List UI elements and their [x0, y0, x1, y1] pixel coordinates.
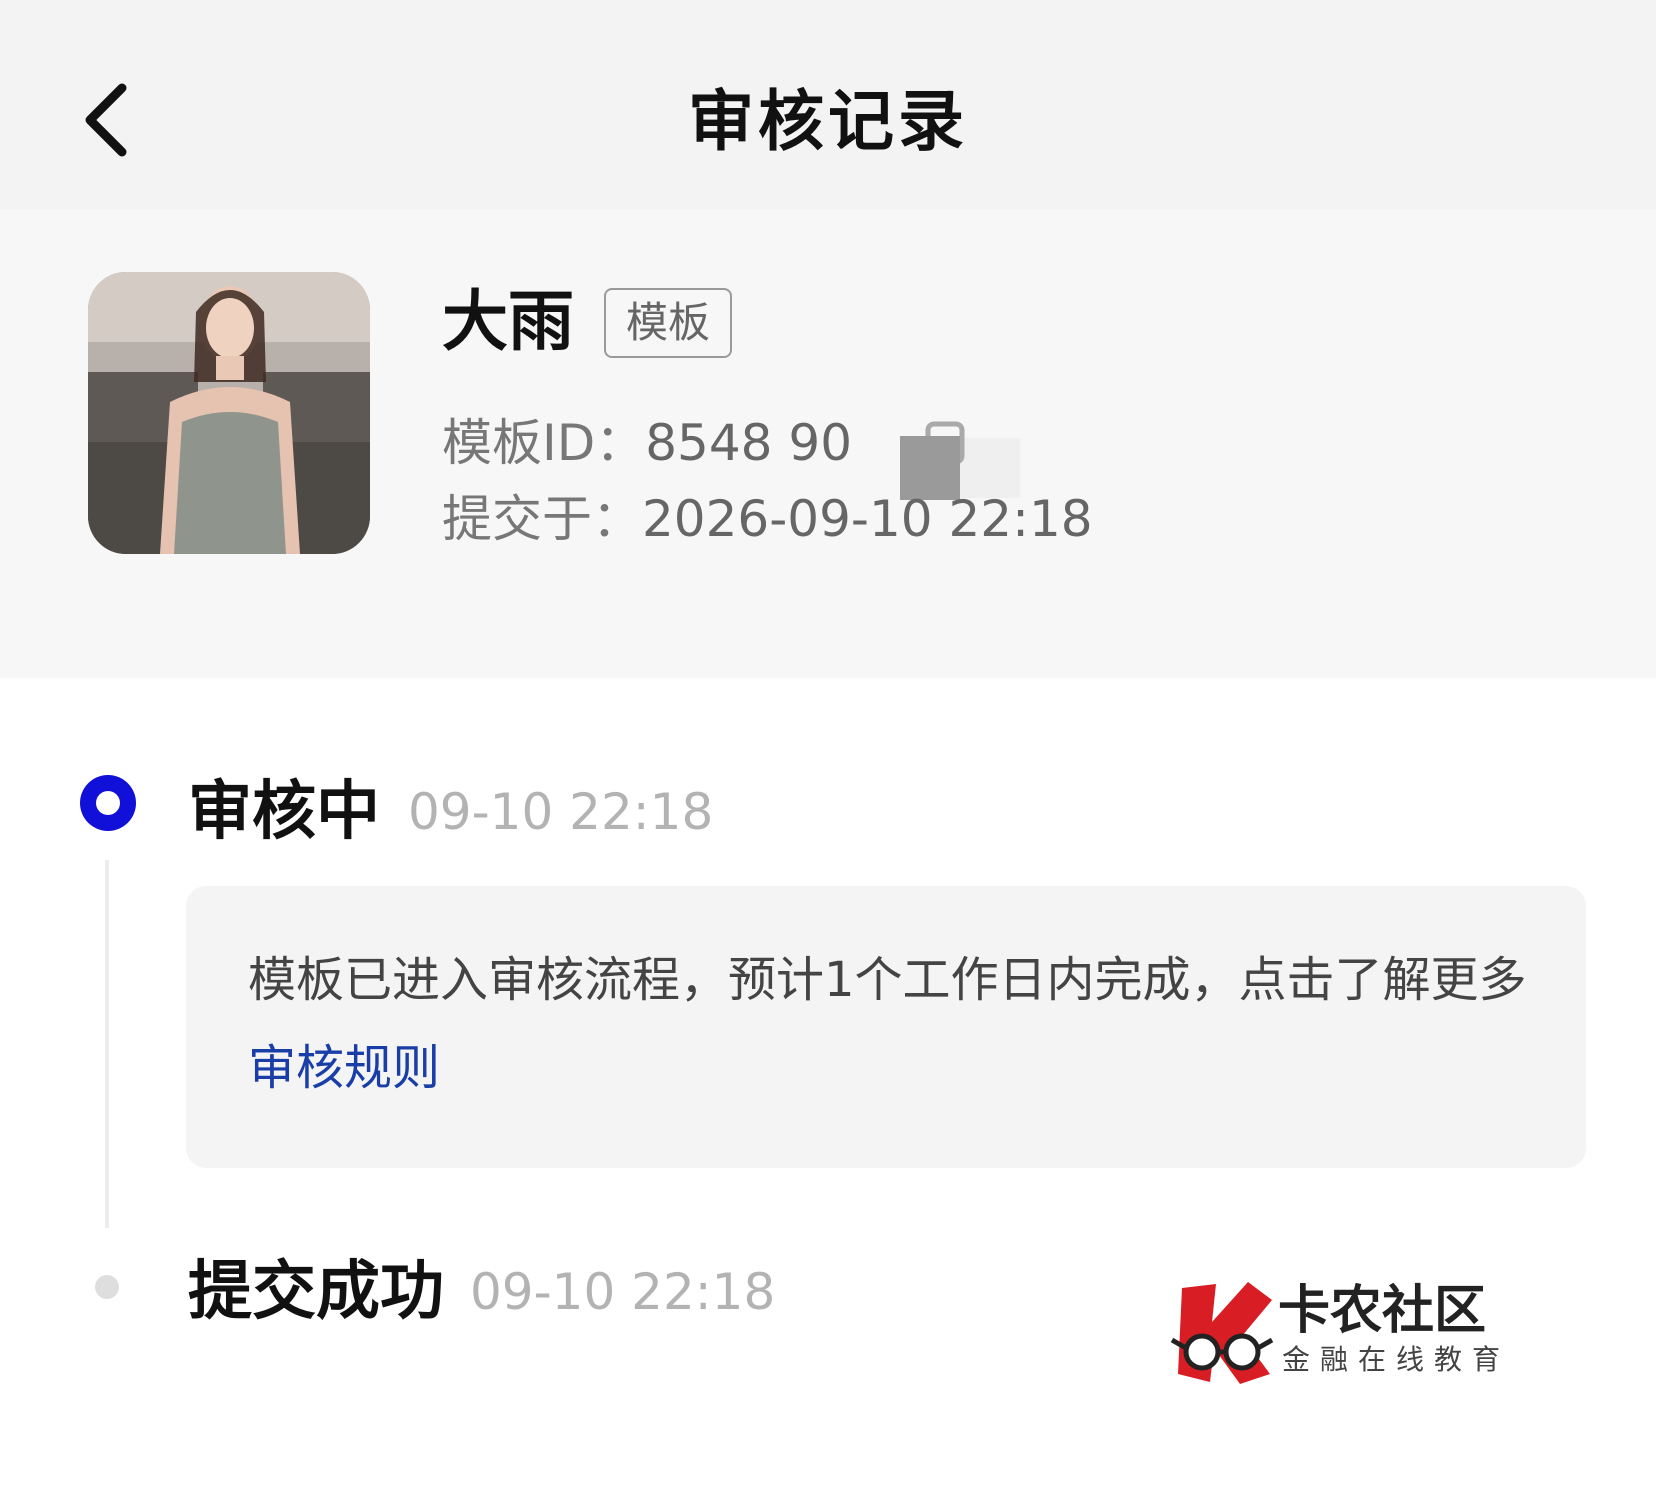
template-name: 大雨: [442, 283, 574, 360]
watermark: 卡农社区 金融在线教育: [1168, 1278, 1528, 1388]
template-id-label: 模板ID：: [442, 414, 646, 472]
watermark-title: 卡农社区: [1278, 1281, 1487, 1341]
page-title: 审核记录: [688, 83, 968, 160]
timeline-time-reviewing: 09-10 22:18: [408, 783, 714, 841]
submitted-label: 提交于：: [442, 490, 642, 548]
timeline-dot-active: [80, 775, 136, 831]
review-note-text: 模板已进入审核流程，预计1个工作日内完成，点击了解更多: [248, 952, 1527, 1008]
submitted-row: 提交于：2026-09-10 22:18: [442, 486, 1093, 552]
review-note-box: 模板已进入审核流程，预计1个工作日内完成，点击了解更多审核规则: [186, 886, 1586, 1168]
timeline-time-submitted: 09-10 22:18: [470, 1263, 776, 1321]
review-rules-link[interactable]: 审核规则: [248, 1040, 440, 1096]
submitted-value: 2026-09-10 22:18: [642, 490, 1093, 548]
timeline-status-reviewing: 审核中: [188, 775, 380, 849]
timeline-status-submitted: 提交成功: [188, 1255, 444, 1329]
timeline-line: [105, 860, 109, 1228]
template-header: 大雨 模板 模板ID：8548 90 提交于：2026-09-10 22:18: [0, 210, 1656, 678]
template-id-value: 8548 90: [645, 414, 853, 472]
template-thumbnail[interactable]: [88, 272, 370, 554]
thumbnail-image: [88, 272, 370, 554]
timeline-dot-done: [95, 1275, 119, 1299]
watermark-logo-icon: [1170, 1282, 1274, 1384]
review-note: 模板已进入审核流程，预计1个工作日内完成，点击了解更多审核规则: [248, 936, 1548, 1112]
watermark-subtitle: 金融在线教育: [1282, 1343, 1511, 1376]
template-id-row: 模板ID：8548 90: [442, 410, 852, 476]
nav-bar: 审核记录: [0, 0, 1656, 210]
template-badge: 模板: [604, 288, 733, 358]
